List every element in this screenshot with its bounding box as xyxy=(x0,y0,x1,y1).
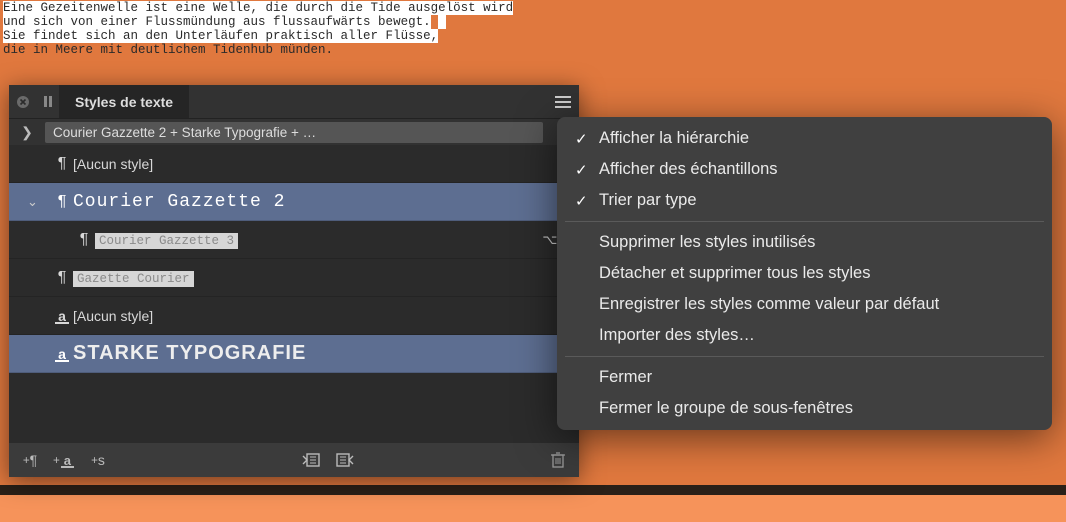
menu-label: Fermer le groupe de sous-fenêtres xyxy=(599,399,853,418)
breadcrumb-label[interactable]: Courier Gazzette 2 + Starke Typografie +… xyxy=(45,122,543,143)
style-label: Gazette Courier xyxy=(73,269,579,286)
paragraph-icon xyxy=(73,231,95,249)
trash-icon[interactable] xyxy=(547,449,569,471)
doc-line: und sich von einer Flussmündung aus flus… xyxy=(3,15,431,29)
panel-options-menu: ✓ Afficher la hiérarchie ✓ Afficher des … xyxy=(557,117,1052,430)
style-breadcrumb: ❯ Courier Gazzette 2 + Starke Typografie… xyxy=(9,118,579,145)
style-label: STARKE TYPOGRAFIE xyxy=(73,342,579,365)
chevron-right-icon[interactable]: ❯ xyxy=(9,124,45,141)
update-style-icon[interactable] xyxy=(300,449,322,471)
style-row-gazette-courier[interactable]: Gazette Courier xyxy=(9,259,579,297)
menu-label: Afficher la hiérarchie xyxy=(599,129,749,148)
menu-item-show-hierarchy[interactable]: ✓ Afficher la hiérarchie xyxy=(557,123,1052,154)
menu-separator xyxy=(565,356,1044,357)
style-list: [Aucun style] ⌄ Courier Gazzette 2 Couri… xyxy=(9,145,579,443)
menu-item-show-swatches[interactable]: ✓ Afficher des échantillons xyxy=(557,154,1052,185)
style-row-paragraph-none[interactable]: [Aucun style] xyxy=(9,145,579,183)
menu-label: Enregistrer les styles comme valeur par … xyxy=(599,295,939,314)
menu-label: Fermer xyxy=(599,368,652,387)
panel-header: Styles de texte xyxy=(9,85,579,118)
menu-label: Afficher des échantillons xyxy=(599,160,778,179)
menu-item-close[interactable]: Fermer xyxy=(557,362,1052,393)
check-icon: ✓ xyxy=(575,130,599,148)
add-style-button[interactable]: +s xyxy=(87,449,109,471)
menu-item-save-default[interactable]: Enregistrer les styles comme valeur par … xyxy=(557,289,1052,320)
style-row-starke-typografie[interactable]: a STARKE TYPOGRAFIE xyxy=(9,335,579,373)
check-icon: ✓ xyxy=(575,161,599,179)
panel-title: Styles de texte xyxy=(75,94,173,110)
menu-item-close-group[interactable]: Fermer le groupe de sous-fenêtres xyxy=(557,393,1052,424)
menu-separator xyxy=(565,221,1044,222)
paragraph-icon xyxy=(51,193,73,211)
panel-menu-icon[interactable] xyxy=(547,85,579,118)
close-icon[interactable] xyxy=(9,85,37,118)
text-styles-panel: Styles de texte ❯ Courier Gazzette 2 + S… xyxy=(9,85,579,477)
panel-tab[interactable]: Styles de texte xyxy=(59,85,189,118)
character-icon: a xyxy=(51,346,73,362)
doc-line: Sie findet sich an den Unterläufen prakt… xyxy=(3,29,438,43)
menu-item-sort-by-type[interactable]: ✓ Trier par type xyxy=(557,185,1052,216)
menu-item-detach-all[interactable]: Détacher et supprimer tous les styles xyxy=(557,258,1052,289)
check-icon: ✓ xyxy=(575,192,599,210)
style-row-courier-gazzette-3[interactable]: Courier Gazzette 3 ⌥, xyxy=(9,221,579,259)
style-label: Courier Gazzette 3 xyxy=(95,231,542,248)
collapse-icon[interactable] xyxy=(37,85,59,118)
style-label: [Aucun style] xyxy=(73,156,579,172)
menu-label: Supprimer les styles inutilisés xyxy=(599,233,815,252)
style-label: [Aucun style] xyxy=(73,308,579,324)
menu-item-import-styles[interactable]: Importer des styles… xyxy=(557,320,1052,351)
paragraph-icon xyxy=(51,155,73,173)
document-text: Eine Gezeitenwelle ist eine Welle, die d… xyxy=(3,1,513,57)
style-row-character-none[interactable]: a [Aucun style] xyxy=(9,297,579,335)
cursor-block xyxy=(438,15,446,29)
doc-line: die in Meere mit deutlichem Tidenhub mün… xyxy=(3,43,333,57)
chevron-down-icon[interactable]: ⌄ xyxy=(27,194,51,210)
add-paragraph-style-button[interactable]: +¶ xyxy=(19,449,41,471)
menu-item-delete-unused[interactable]: Supprimer les styles inutilisés xyxy=(557,227,1052,258)
style-row-courier-gazzette-2[interactable]: ⌄ Courier Gazzette 2 xyxy=(9,183,579,221)
menu-label: Trier par type xyxy=(599,191,697,210)
paragraph-icon xyxy=(51,269,73,287)
doc-line: Eine Gezeitenwelle ist eine Welle, die d… xyxy=(3,1,513,15)
style-label: Courier Gazzette 2 xyxy=(73,192,579,212)
panel-footer: +¶ +a +s xyxy=(9,443,579,477)
redefine-style-icon[interactable] xyxy=(334,449,356,471)
menu-label: Importer des styles… xyxy=(599,326,755,345)
character-icon: a xyxy=(51,308,73,324)
menu-label: Détacher et supprimer tous les styles xyxy=(599,264,870,283)
add-character-style-button[interactable]: +a xyxy=(53,449,75,471)
